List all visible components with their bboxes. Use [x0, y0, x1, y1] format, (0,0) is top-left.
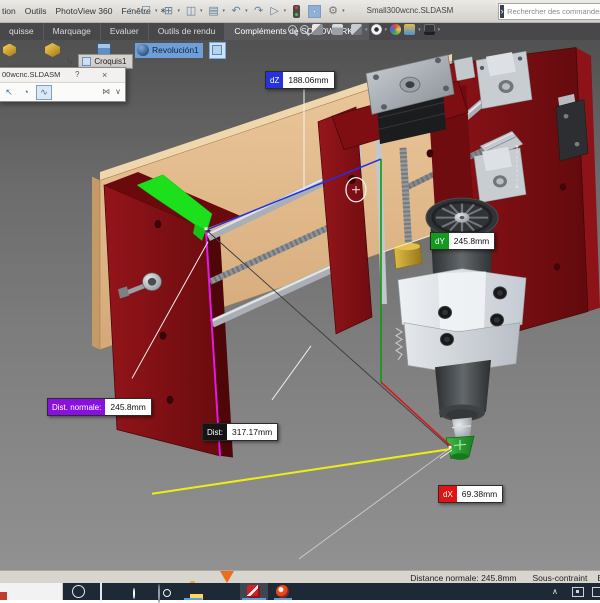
tray-notification-icon[interactable]: [572, 587, 584, 597]
chevron-down-icon[interactable]: ▾: [284, 0, 287, 22]
status-bar: Distance normale: 245.8mm Sous-contraint…: [0, 570, 600, 584]
tray-display-icon[interactable]: [592, 587, 600, 597]
measurement-label-dist-normal[interactable]: Dist. normale: 245.8mm: [47, 398, 152, 416]
chevron-down-icon[interactable]: ▾: [365, 27, 368, 33]
chevron-down-icon[interactable]: ▾: [245, 0, 248, 22]
menu-photoview[interactable]: PhotoView 360: [55, 0, 112, 22]
appearance-ball-icon[interactable]: [390, 24, 402, 35]
measure-history-icon[interactable]: ∿: [36, 84, 52, 100]
measurement-label-dist[interactable]: Dist: 317.17mm: [202, 423, 279, 441]
revolve-feature-icon: [137, 44, 149, 56]
eraser-icon[interactable]: [351, 24, 363, 35]
download-funnel-icon[interactable]: [220, 571, 234, 600]
search-placeholder: Rechercher des commandes: [507, 7, 600, 16]
part-icon[interactable]: [3, 43, 16, 57]
cnc-assembly-model[interactable]: [0, 40, 600, 570]
status-constraint-state: Sous-contraint: [532, 572, 588, 583]
browser-icon[interactable]: [276, 585, 289, 598]
dist-chip: Dist:: [203, 424, 227, 440]
dist-normal-value: 245.8mm: [105, 399, 151, 415]
measurement-label-dy[interactable]: dY 245.8mm: [430, 232, 496, 250]
new-document-icon[interactable]: ☐: [139, 0, 153, 22]
collapse-chevron-icon[interactable]: ∨: [115, 87, 121, 96]
open-icon[interactable]: ⊞: [162, 0, 176, 22]
chevron-down-icon[interactable]: ▾: [418, 27, 421, 33]
command-search[interactable]: › Rechercher des commandes: [498, 3, 600, 20]
integrated-preview-icon[interactable]: [423, 24, 435, 35]
redo-icon[interactable]: ↷: [252, 0, 266, 22]
zoom-out-icon[interactable]: [288, 25, 297, 34]
chevron-down-icon[interactable]: ▾: [200, 0, 203, 22]
search-icon[interactable]: ›: [500, 5, 505, 18]
title-bar: tion Outils PhotoView 360 Fenêtre ∗ ⌂ ☐ ▾…: [0, 0, 600, 23]
save-icon[interactable]: ◫: [184, 0, 198, 22]
taskbar-search-box[interactable]: [0, 583, 63, 600]
dist-normal-chip: Dist. normale:: [48, 399, 106, 415]
window-title: Small300wcnc.SLDASM: [366, 6, 454, 15]
edit-appearance-icon[interactable]: [312, 24, 323, 35]
selected-sketch-line-yellow[interactable]: [151, 448, 451, 495]
selection-filter-icon[interactable]: ↖: [2, 86, 16, 99]
quick-access-toolbar: ⌂ ☐ ▾ ⊞ ▾ ◫ ▾ ▤ ▾ ↶ ▾ ↷ ▷ ▾ ⚙ ▾: [123, 0, 347, 22]
menu-item[interactable]: tion: [2, 0, 16, 22]
media-app-icon[interactable]: [158, 584, 160, 603]
feature-label: Revolución1: [152, 45, 199, 55]
dx-value: 69.38mm: [456, 486, 503, 502]
zoom-in-icon[interactable]: [300, 25, 309, 34]
tab-marquage[interactable]: Marquage: [44, 22, 101, 40]
status-distance: Distance normale: 245.8mm: [410, 572, 517, 583]
home-icon[interactable]: ⌂: [123, 0, 137, 22]
chevron-down-icon[interactable]: ▾: [223, 0, 226, 22]
chevron-down-icon[interactable]: ▾: [155, 0, 158, 22]
dy-value: 245.8mm: [448, 233, 495, 249]
close-icon[interactable]: ×: [102, 68, 107, 82]
chevron-down-icon[interactable]: ▾: [178, 0, 181, 22]
print-icon[interactable]: ▤: [207, 0, 221, 22]
chevron-down-icon[interactable]: ▾: [326, 27, 329, 33]
z-spring: [394, 327, 404, 361]
dy-chip: dY: [431, 233, 449, 249]
cut-icon-fragment: [0, 592, 7, 600]
tray-chevron-icon[interactable]: ∧: [552, 587, 558, 596]
measure-dialog[interactable]: 00wcnc.SLDASM ? × ↖ ◔ ∿ ⋈ ∨: [0, 67, 126, 102]
grid-settings-icon[interactable]: [308, 4, 322, 18]
sketch-label: Croquis1: [94, 57, 127, 66]
measurement-label-dz[interactable]: dZ 188.06mm: [265, 71, 335, 89]
rebuild-traffic-light-icon[interactable]: [293, 4, 301, 18]
tab-esquisse[interactable]: quisse: [0, 22, 44, 40]
scene-icon[interactable]: [404, 24, 416, 35]
measurement-label-dx[interactable]: dX 69.38mm: [438, 485, 504, 503]
chevron-down-icon[interactable]: ▾: [346, 27, 349, 33]
pin-icon[interactable]: ⋈: [102, 87, 110, 96]
cortana-icon[interactable]: [72, 585, 85, 598]
select-icon[interactable]: ▷: [268, 0, 282, 22]
dz-chip: dZ: [266, 72, 284, 88]
help-icon[interactable]: ?: [75, 68, 79, 82]
tab-outils-de-rendu[interactable]: Outils de rendu: [149, 22, 226, 40]
graphics-viewport[interactable]: Revolución1 ↳ Croquis1 00wcnc.SLDASM ? ×…: [0, 40, 600, 570]
solidworks-icon[interactable]: [247, 585, 260, 598]
measure-units-icon[interactable]: ◔: [19, 86, 33, 99]
sketch-icon: [82, 57, 92, 66]
windows-taskbar: ∧: [0, 571, 600, 603]
chevron-down-icon[interactable]: ▾: [385, 27, 388, 33]
dx-chip: dX: [439, 486, 457, 502]
copy-appearance-icon[interactable]: [331, 24, 343, 35]
chevron-down-icon[interactable]: ▾: [438, 27, 441, 33]
dist-value: 317.17mm: [227, 424, 278, 440]
undo-icon[interactable]: ↶: [229, 0, 243, 22]
render-tools-toolbar: ▾ ▾ ▾ ▾ ▾ ▾: [288, 24, 440, 35]
task-view-icon[interactable]: [100, 582, 102, 601]
tab-evaluer[interactable]: Evaluer: [101, 22, 149, 40]
menu-outils[interactable]: Outils: [25, 0, 47, 22]
part-icon[interactable]: [45, 43, 60, 57]
dz-value: 188.06mm: [283, 72, 334, 88]
breadcrumb-feature-selected[interactable]: Revolución1: [135, 42, 203, 58]
sketch-icon-selected[interactable]: [208, 41, 226, 59]
branch-arrow-icon: ↳: [66, 56, 75, 67]
display-settings-eye-icon[interactable]: [370, 24, 382, 35]
